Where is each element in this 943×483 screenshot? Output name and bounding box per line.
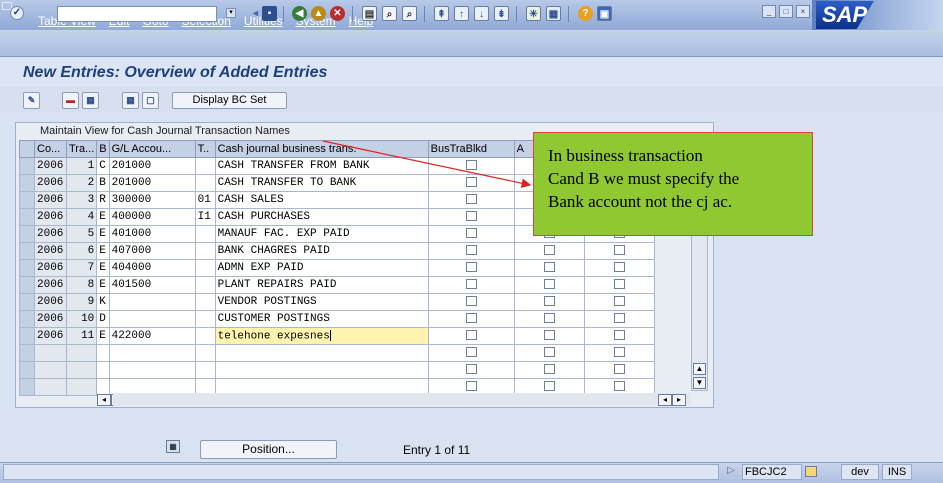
- annotation-arrow: [322, 140, 532, 188]
